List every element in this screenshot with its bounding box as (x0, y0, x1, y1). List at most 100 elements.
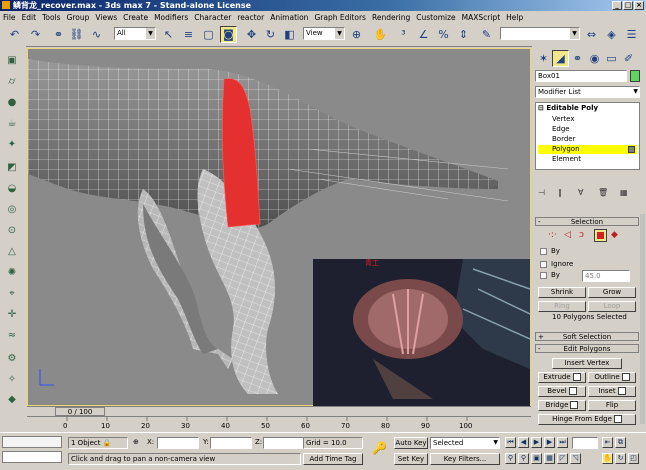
create-camera-icon[interactable]: ⌖ (3, 285, 21, 302)
panel-scrollbar[interactable] (640, 214, 645, 424)
stack-root-editable-poly[interactable]: ⊟ Editable Poly (538, 104, 598, 112)
menu-help[interactable]: Help (503, 13, 526, 22)
create-tab-icon[interactable]: ✶ (535, 50, 552, 67)
select-manipulate-icon[interactable]: ✋ (372, 26, 389, 43)
mirror-icon[interactable]: ⇔ (583, 26, 600, 43)
menu-file[interactable]: File (0, 13, 19, 22)
set-key-button[interactable]: Set Key (394, 453, 428, 465)
hinge-from-edge-button[interactable]: Hinge From Edge (538, 414, 636, 425)
configure-modifier-sets-icon[interactable]: ▦ (620, 188, 628, 197)
unlink-icon[interactable]: ⛓ (68, 26, 85, 43)
scale-icon[interactable]: ◧ (281, 26, 298, 43)
bind-spacewarp-icon[interactable]: ∿ (88, 26, 105, 43)
edge-mode-icon[interactable]: ◁ (564, 230, 571, 240)
absolute-mode-icon[interactable]: ⊕ (133, 438, 139, 446)
selection-filter-dropdown[interactable]: All ▼ (114, 27, 156, 40)
create-system-icon[interactable]: ⚙ (3, 350, 21, 367)
x-coordinate-field[interactable] (157, 437, 199, 449)
z-coordinate-field[interactable] (263, 437, 305, 449)
loop-button[interactable]: Loop (588, 301, 636, 312)
motion-tab-icon[interactable]: ◉ (586, 50, 603, 67)
object-color-swatch[interactable] (630, 70, 640, 82)
move-icon[interactable]: ✥ (243, 26, 260, 43)
select-by-name-icon[interactable]: ≡ (180, 26, 197, 43)
stack-item-border[interactable]: Border (552, 135, 575, 143)
zoom-all-icon[interactable]: ⚲ (518, 453, 529, 464)
inset-button[interactable]: Inset (588, 386, 636, 397)
create-box-icon[interactable]: ▣ (3, 52, 21, 69)
zoom-icon[interactable]: ⚲ (505, 453, 516, 464)
auto-key-button[interactable]: Auto Key (394, 437, 428, 449)
menu-tools[interactable]: Tools (39, 13, 63, 22)
create-helper-icon[interactable]: ✛ (3, 306, 21, 323)
redo-icon[interactable]: ↷ (27, 26, 44, 43)
menu-create[interactable]: Create (120, 13, 151, 22)
hierarchy-tab-icon[interactable]: ⚭ (569, 50, 586, 67)
select-object-icon[interactable]: ↖ (160, 26, 177, 43)
flip-button[interactable]: Flip (588, 400, 636, 411)
add-time-tag-button[interactable]: Add Time Tag (303, 453, 363, 465)
key-mode-icon[interactable]: ⇤ (602, 437, 613, 448)
remove-modifier-icon[interactable]: 🗑 (598, 188, 608, 197)
stack-item-element[interactable]: Element (552, 155, 581, 163)
soft-selection-rollout-header[interactable]: + Soft Selection (535, 332, 639, 341)
outline-button[interactable]: Outline (588, 372, 636, 383)
named-selection-icon[interactable]: ✎ (478, 26, 495, 43)
menu-rendering[interactable]: Rendering (369, 13, 413, 22)
create-bone-icon[interactable]: ✦ (3, 136, 21, 153)
menu-edit[interactable]: Edit (19, 13, 40, 22)
insert-vertex-button[interactable]: Insert Vertex (552, 358, 622, 369)
region-zoom-icon[interactable]: ◹ (570, 453, 581, 464)
menu-maxscript[interactable]: MAXScript (459, 13, 504, 22)
create-plane-icon[interactable]: ◩ (3, 159, 21, 176)
time-configuration-icon[interactable]: ⧉ (615, 437, 626, 448)
go-to-start-icon[interactable]: ⏮ (505, 437, 516, 448)
pan-view-icon[interactable]: ✋ (602, 453, 613, 464)
ring-button[interactable]: Ring (538, 301, 586, 312)
create-shape-icon[interactable]: ✧ (3, 371, 21, 388)
shrink-button[interactable]: Shrink (538, 287, 586, 298)
select-link-icon[interactable]: ⚭ (50, 26, 67, 43)
play-icon[interactable]: ▶ (531, 437, 542, 448)
show-end-result-icon[interactable]: ∥ (558, 188, 562, 197)
go-to-end-icon[interactable]: ⏭ (557, 437, 568, 448)
utilities-tab-icon[interactable]: ✐ (620, 50, 637, 67)
field-of-view-icon[interactable]: ◸ (557, 453, 568, 464)
pin-stack-icon[interactable]: ⊣ (538, 188, 545, 197)
create-light-icon[interactable]: ✺ (3, 264, 21, 281)
window-crossing-icon[interactable]: ◙ (220, 26, 237, 43)
named-selection-dropdown[interactable]: ▼ (500, 27, 580, 40)
menu-reactor[interactable]: reactor (234, 13, 267, 22)
bridge-button[interactable]: Bridge (538, 400, 586, 411)
track-bar[interactable]: 0 10 20 30 40 50 60 70 80 90 100 (27, 416, 531, 433)
create-sphere-icon[interactable]: ● (3, 94, 21, 111)
modifier-list-dropdown[interactable]: Modifier List ▼ (535, 86, 640, 98)
polygon-mode-icon[interactable] (594, 229, 607, 242)
reference-coordinate-dropdown[interactable]: View ▼ (303, 27, 345, 40)
set-key-icon[interactable]: 🔑 (372, 441, 387, 455)
spinner-snap-icon[interactable]: ⇕ (455, 26, 472, 43)
menu-views[interactable]: Views (92, 13, 120, 22)
selection-rollout-header[interactable]: - Selection (535, 217, 639, 226)
menu-group[interactable]: Group (64, 13, 93, 22)
edit-polygons-rollout-header[interactable]: - Edit Polygons (535, 344, 639, 353)
create-spacewarp-icon[interactable]: ≈ (3, 327, 21, 344)
minimize-button[interactable]: _ (612, 1, 622, 10)
display-tab-icon[interactable]: ▭ (603, 50, 620, 67)
undo-icon[interactable]: ↶ (6, 26, 23, 43)
extrude-button[interactable]: Extrude (538, 372, 586, 383)
angle-snap-icon[interactable]: ∠ (415, 26, 432, 43)
vertex-mode-icon[interactable]: ·:· (548, 230, 557, 240)
close-button[interactable]: × (634, 1, 644, 10)
stack-item-edge[interactable]: Edge (552, 125, 570, 133)
maxscript-listener[interactable] (2, 436, 62, 448)
material-icon[interactable]: ◆ (3, 391, 21, 408)
zoom-extents-icon[interactable]: ▣ (531, 453, 542, 464)
create-tube-icon[interactable]: ◎ (3, 201, 21, 218)
make-unique-icon[interactable]: ∀ (578, 188, 583, 197)
modify-tab-icon[interactable]: ◢ (552, 50, 569, 67)
create-teapot-icon[interactable]: ☕ (3, 115, 21, 132)
element-mode-icon[interactable]: ◆ (611, 230, 618, 240)
menu-animation[interactable]: Animation (267, 13, 311, 22)
bevel-button[interactable]: Bevel (538, 386, 586, 397)
